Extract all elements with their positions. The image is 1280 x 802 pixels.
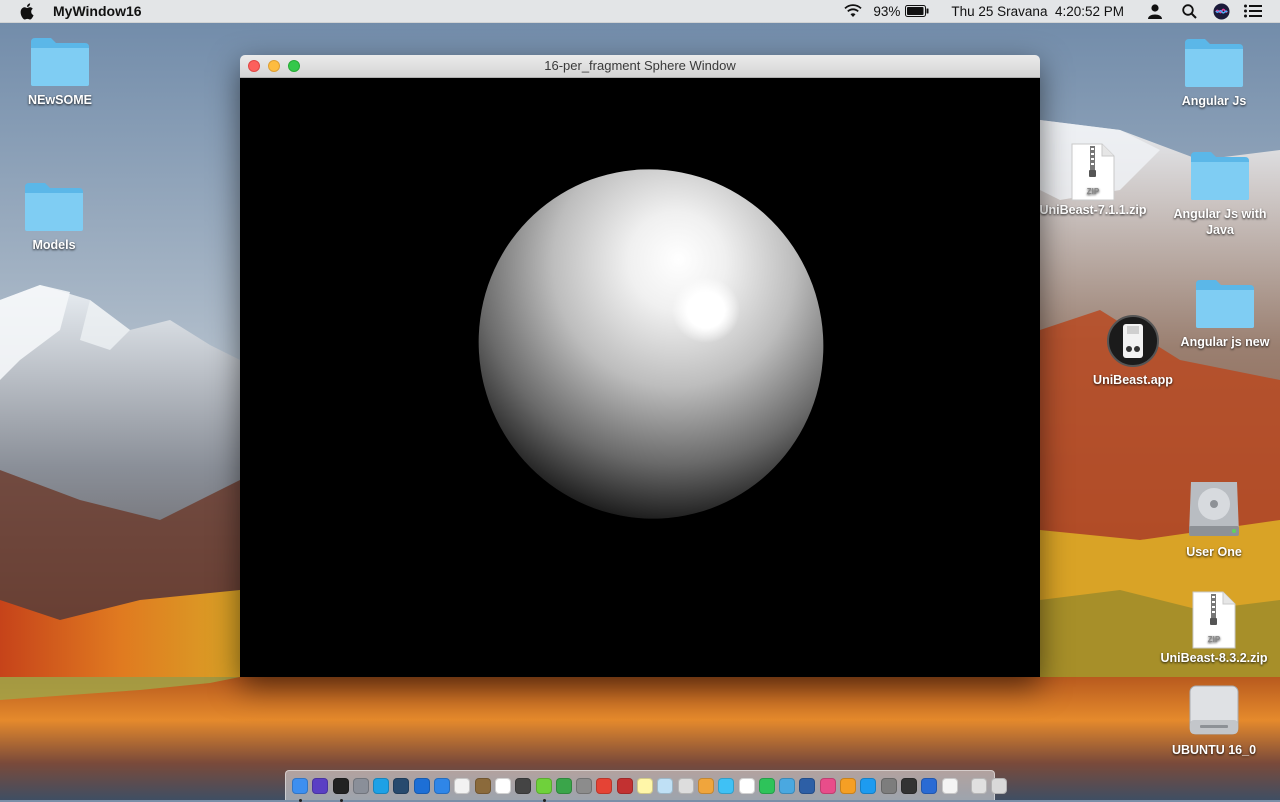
desktop-icon-label: Angular Js: [1181, 94, 1247, 108]
dock-terminal-icon[interactable]: [332, 777, 349, 802]
desktop-icon-label: Models: [32, 238, 76, 252]
usb-drive-app-icon: [1107, 315, 1159, 367]
dock-trash-icon[interactable]: [991, 777, 1008, 794]
dock-safari-icon[interactable]: [434, 777, 451, 794]
window-title: 16-per_fragment Sphere Window: [544, 58, 736, 73]
dock-wechat-icon[interactable]: [758, 777, 775, 794]
folder-icon: [31, 38, 89, 86]
desktop-folder-angular-js[interactable]: Angular Js: [1154, 37, 1274, 109]
running-indicator: [299, 798, 302, 802]
dock-maps-icon[interactable]: [779, 777, 796, 794]
dock-document-icon[interactable]: [738, 777, 755, 794]
dock-preview-icon[interactable]: [657, 777, 674, 794]
external-drive-icon: [1189, 685, 1239, 735]
dock-launchpad-icon[interactable]: [352, 777, 369, 794]
dock-script-icon[interactable]: [677, 777, 694, 794]
dock-quicktime-icon[interactable]: [393, 777, 410, 794]
zip-file-icon: ZIP: [1192, 591, 1236, 649]
sphere-window: 16-per_fragment Sphere Window: [240, 55, 1040, 677]
dock-notes-brown-icon[interactable]: [474, 777, 491, 794]
apple-menu-icon[interactable]: [20, 2, 36, 20]
menu-bar: MyWindow16 93% Thu 25 Sravana 4:20:52 PM: [0, 0, 1280, 23]
desktop-app-unibeast[interactable]: UniBeast.app: [1073, 314, 1193, 388]
dock-automator-icon[interactable]: [576, 777, 593, 794]
dock-mission-control-icon[interactable]: [921, 777, 938, 794]
app-menu-name[interactable]: MyWindow16: [53, 3, 142, 19]
running-indicator: [542, 798, 546, 802]
dock-xquartz-icon[interactable]: [799, 777, 816, 794]
dock-skype-icon[interactable]: [373, 777, 390, 794]
dock-downloads-stack-icon[interactable]: [970, 777, 987, 794]
desktop-icon-label: UBUNTU 16_0: [1171, 743, 1257, 757]
zip-file-icon: ZIP: [1071, 143, 1115, 201]
dock-siri-icon[interactable]: [312, 777, 329, 794]
folder-icon: [1196, 280, 1254, 328]
siri-icon[interactable]: [1213, 3, 1230, 20]
desktop-disk-ubuntu[interactable]: UBUNTU 16_0: [1154, 682, 1274, 758]
desktop-zip-unibeast-711[interactable]: ZIP UniBeast-7.1.1.zip: [1033, 142, 1153, 218]
rendered-sphere: [478, 169, 824, 519]
zip-badge: ZIP: [1087, 187, 1100, 196]
running-indicator: [339, 798, 343, 802]
dock-finder-icon[interactable]: [292, 777, 308, 802]
dock-app-store-icon[interactable]: [860, 777, 877, 794]
zip-badge: ZIP: [1208, 635, 1221, 644]
desktop-icon-label: Angular Js with Java: [1173, 207, 1267, 237]
desktop-icon-label: UniBeast-7.1.1.zip: [1039, 203, 1147, 217]
folder-icon: [1191, 152, 1249, 200]
desktop-disk-user-one[interactable]: User One: [1154, 478, 1274, 560]
opengl-canvas[interactable]: [240, 78, 1040, 677]
user-icon[interactable]: [1148, 3, 1162, 19]
desktop-folder-models[interactable]: Models: [0, 181, 114, 253]
dock-notes-icon[interactable]: [637, 777, 654, 794]
folder-icon: [1185, 39, 1243, 87]
dock-zip-archive-icon[interactable]: [941, 777, 958, 794]
spotlight-search-icon[interactable]: [1182, 3, 1197, 19]
clock[interactable]: Thu 25 Sravana 4:20:52 PM: [951, 4, 1124, 19]
hard-drive-icon: [1189, 482, 1239, 536]
desktop-icon-label: UniBeast.app: [1093, 373, 1173, 387]
battery-percent[interactable]: 93%: [873, 4, 900, 19]
battery-icon[interactable]: [905, 5, 929, 17]
desktop-folder-newsome[interactable]: NEwSOME: [0, 36, 120, 108]
dock-calendar-icon[interactable]: [494, 777, 511, 794]
dock-photo-booth-icon[interactable]: [616, 777, 633, 794]
dock: [285, 770, 1008, 802]
desktop-zip-unibeast-832[interactable]: ZIP UniBeast-8.3.2.zip: [1154, 590, 1274, 666]
dock-upwork-icon[interactable]: [535, 777, 552, 802]
dock-utorrent-icon[interactable]: [555, 777, 572, 794]
dock-ibooks-orange-icon[interactable]: [840, 777, 857, 794]
desktop-icon-label: UniBeast-8.3.2.zip: [1160, 651, 1268, 665]
dock-ibooks-icon[interactable]: [515, 777, 532, 794]
dock-dvd-player-icon[interactable]: [900, 777, 917, 794]
desktop-icon-label: User One: [1186, 545, 1242, 559]
folder-icon: [25, 183, 83, 231]
desktop-icon-label: NEwSOME: [28, 93, 92, 107]
dock-xcode-icon[interactable]: [413, 777, 430, 794]
wifi-icon[interactable]: [843, 4, 863, 18]
dock-photos-icon[interactable]: [697, 777, 714, 794]
dock-textedit-icon[interactable]: [454, 777, 471, 794]
desktop-folder-angular-js-java[interactable]: Angular Js with Java: [1160, 150, 1280, 238]
dock-itunes-icon[interactable]: [819, 777, 836, 794]
notification-center-icon[interactable]: [1244, 4, 1262, 18]
dock-system-preferences-icon[interactable]: [880, 777, 897, 794]
window-titlebar[interactable]: 16-per_fragment Sphere Window: [240, 55, 1040, 78]
dock-chrome-icon[interactable]: [596, 777, 613, 794]
dock-messages-icon[interactable]: [718, 777, 735, 794]
